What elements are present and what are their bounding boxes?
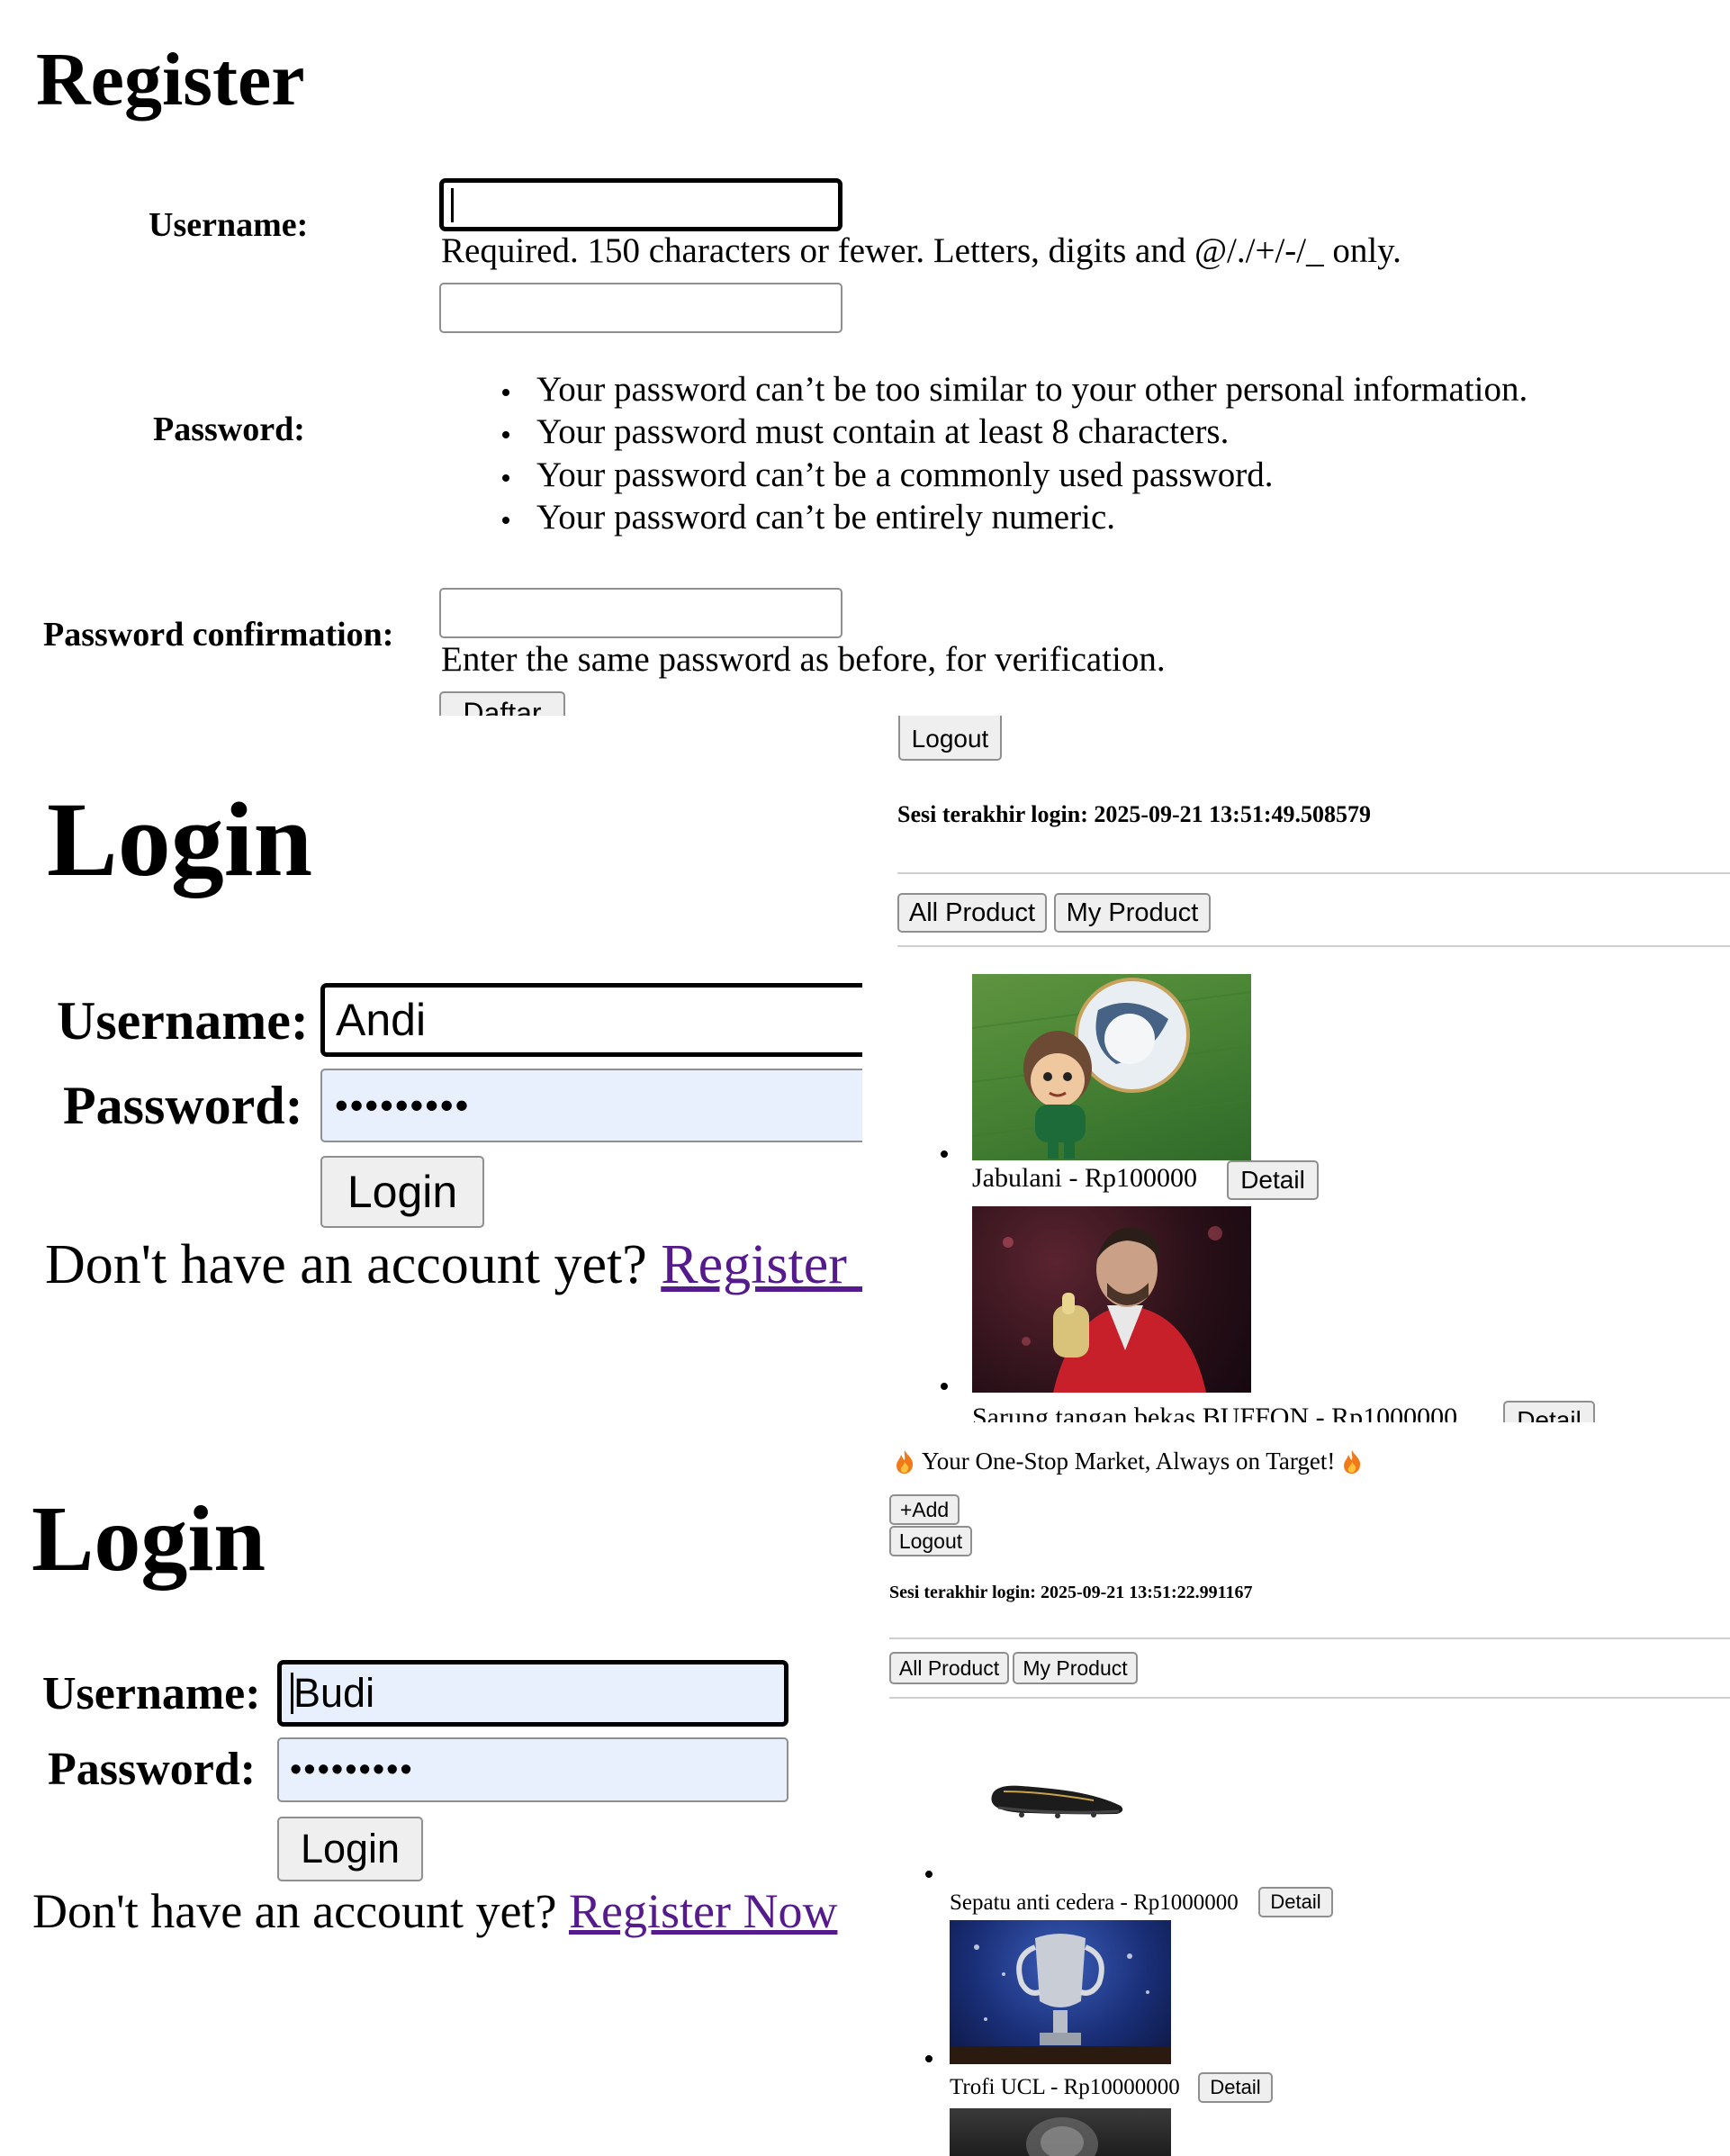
register-username-input[interactable] [439, 178, 842, 231]
login-password-mask: ••••••••• [290, 1750, 414, 1789]
password-rule: Your password must contain at least 8 ch… [536, 412, 1230, 451]
last-login-text: Sesi terakhir login: 2025-09-21 13:51:49… [897, 801, 1371, 827]
divider [897, 945, 1730, 947]
login-button[interactable]: Login [277, 1817, 423, 1881]
login-register-prompt: Don't have an account yet? Register Now [32, 1883, 837, 1939]
fire-icon [897, 1449, 914, 1474]
login-title: Login [47, 780, 313, 898]
login-username-input[interactable]: Budi [277, 1660, 788, 1727]
login-title: Login [32, 1487, 266, 1591]
last-login-text: Sesi terakhir login: 2025-09-21 13:51:22… [889, 1583, 1253, 1602]
goalkeeper-photo [1003, 1226, 1222, 1393]
login-username-value: Budi [293, 1670, 375, 1716]
password-rule: Your password can’t be a commonly used p… [536, 456, 1274, 494]
logout-button[interactable]: Logout [889, 1526, 972, 1556]
bullet [941, 1150, 948, 1158]
product-name-price: Jabulani - Rp100000 [972, 1163, 1197, 1193]
product-image [972, 1206, 1251, 1393]
product-image [950, 1920, 1171, 2064]
login-panel-andi: Login Username: Andi Password: •••••••••… [0, 738, 862, 1422]
login-button[interactable]: Login [320, 1156, 484, 1228]
login-password-label: Password: [48, 1744, 257, 1795]
tagline: Your One-Stop Market, Always on Target! [895, 1448, 1362, 1475]
register-password-input[interactable] [439, 283, 842, 333]
register-submit-button[interactable]: Daftar [439, 691, 565, 716]
register-confirm-input[interactable] [439, 588, 842, 638]
soccer-cartoon-image [972, 978, 1251, 1159]
login-prompt-text: Don't have an account yet? [32, 1884, 557, 1938]
register-now-link[interactable]: Register Now [661, 1234, 862, 1295]
login-register-prompt: Don't have an account yet? Register Now [45, 1233, 862, 1297]
register-now-link[interactable]: Register Now [569, 1884, 837, 1938]
register-password-label: Password: [153, 410, 305, 448]
bullet [502, 517, 509, 524]
divider [889, 1697, 1730, 1699]
register-panel: Register Username: Required. 150 charact… [0, 0, 1730, 716]
bullet [502, 474, 509, 482]
product-name-price: Sepatu anti cedera - Rp1000000 [950, 1890, 1239, 1915]
login-username-label: Username: [57, 991, 309, 1051]
detail-button[interactable]: Detail [1227, 1160, 1319, 1200]
bullet [502, 431, 509, 438]
login-panel-budi: Login Username: Budi Password: •••••••••… [0, 1449, 862, 2007]
login-password-input[interactable]: ••••••••• [320, 1069, 862, 1142]
divider [889, 1637, 1730, 1639]
register-title: Register [36, 38, 305, 122]
bullet [941, 1383, 948, 1390]
login-prompt-text: Don't have an account yet? [45, 1234, 647, 1295]
register-username-label: Username: [149, 206, 309, 244]
detail-button[interactable]: Detail [1258, 1887, 1333, 1917]
login-password-label: Password: [63, 1076, 303, 1135]
logout-button[interactable]: Logout [898, 716, 1002, 761]
tab-all-product[interactable]: All Product [889, 1652, 1009, 1684]
login-username-input[interactable]: Andi [320, 983, 862, 1057]
detail-button[interactable]: Detail [1198, 2072, 1273, 2103]
bullet [502, 389, 509, 396]
fire-icon [1344, 1449, 1361, 1474]
product-image [972, 974, 1251, 1160]
register-confirm-help: Enter the same password as before, for v… [441, 640, 1166, 679]
login-password-input[interactable]: ••••••••• [277, 1737, 788, 1802]
tab-all-product[interactable]: All Product [897, 893, 1047, 933]
product-name-price: Sarung tangan bekas BUFFON - Rp1000000 [972, 1403, 1458, 1422]
divider [897, 872, 1730, 874]
tab-my-product[interactable]: My Product [1054, 893, 1211, 933]
tagline-text: Your One-Stop Market, Always on Target! [922, 1448, 1336, 1475]
detail-button[interactable]: Detail [1503, 1401, 1595, 1422]
product-image [986, 1764, 1130, 1827]
password-rule: Your password can’t be too similar to yo… [536, 370, 1528, 409]
dark-product-photo [1026, 2117, 1098, 2156]
register-confirm-label: Password confirmation: [43, 616, 394, 654]
login-username-label: Username: [42, 1668, 261, 1719]
tab-my-product[interactable]: My Product [1013, 1652, 1138, 1684]
football-boot-photo [991, 1785, 1123, 1818]
product-name-price: Trofi UCL - Rp10000000 [950, 2075, 1180, 2099]
shop-panel-andi: Logout Sesi terakhir login: 2025-09-21 1… [887, 716, 1730, 1422]
login-username-value: Andi [336, 995, 427, 1045]
password-rule: Your password can’t be entirely numeric. [536, 498, 1116, 537]
text-cursor [451, 187, 454, 222]
bullet [925, 1871, 933, 1878]
product-image [950, 2108, 1171, 2156]
shop-panel-budi: Your One-Stop Market, Always on Target! … [882, 1431, 1730, 2156]
add-product-button[interactable]: +Add [889, 1494, 960, 1525]
register-username-help: Required. 150 characters or fewer. Lette… [441, 231, 1401, 270]
ucl-trophy-photo [950, 1934, 1171, 2064]
login-password-mask: ••••••••• [335, 1084, 471, 1126]
bullet [925, 2055, 933, 2062]
